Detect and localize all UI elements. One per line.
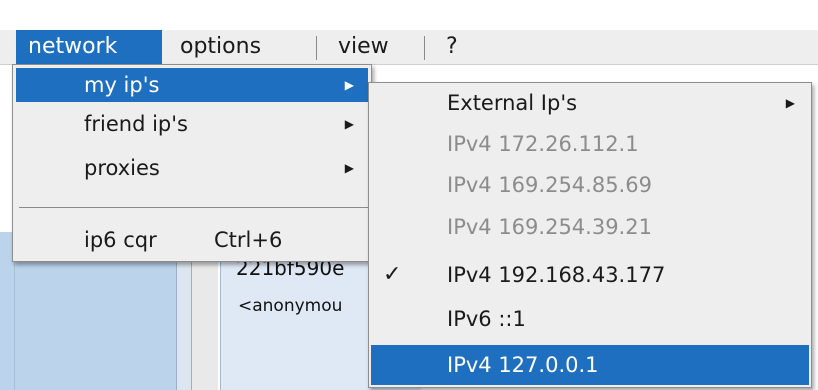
triangle-right-icon: ▶ [344, 78, 354, 92]
menu-item-label: proxies [84, 156, 160, 180]
menu-item-label: IPv4 169.254.39.21 [447, 215, 652, 239]
menu-options[interactable]: options [168, 30, 302, 64]
submenu-item-ip: IPv4 172.26.112.1 [371, 124, 809, 164]
my-ips-submenu: External Ip's ▶ IPv4 172.26.112.1 IPv4 1… [368, 82, 812, 388]
menu-help[interactable]: ? [434, 30, 478, 64]
submenu-item-external-ips[interactable]: External Ip's ▶ [371, 83, 809, 123]
triangle-right-icon: ▶ [344, 161, 354, 175]
check-icon: ✓ [383, 262, 402, 287]
menu-item-label: External Ip's [447, 91, 578, 115]
menu-item-ip6-cqr[interactable]: ip6 cqr Ctrl+6 [16, 223, 368, 257]
submenu-item-ip: IPv4 169.254.85.69 [371, 165, 809, 205]
menu-item-label: ip6 cqr [84, 228, 157, 252]
menu-item-label: IPv4 127.0.0.1 [447, 353, 599, 377]
menu-item-label: IPv6 ::1 [447, 307, 526, 331]
submenu-item-localhost[interactable]: IPv4 127.0.0.1 [371, 345, 809, 385]
menu-item-my-ips[interactable]: my ip's ▶ [16, 68, 368, 102]
menu-item-proxies[interactable]: proxies ▶ [16, 151, 368, 185]
menu-item-label: my ip's [84, 73, 160, 97]
menubar-separator [424, 36, 425, 60]
submenu-item-ip-checked[interactable]: ✓ IPv4 192.168.43.177 [371, 255, 809, 295]
shortcut-label: Ctrl+6 [214, 228, 283, 252]
menu-item-label: IPv4 192.168.43.177 [447, 263, 666, 287]
anonymous-label: <anonymou [238, 296, 343, 316]
menu-view[interactable]: view [326, 30, 416, 64]
menu-item-label: friend ip's [84, 112, 188, 136]
menu-item-friend-ips[interactable]: friend ip's ▶ [16, 107, 368, 141]
menubar-separator [316, 36, 317, 60]
submenu-item-ipv6[interactable]: IPv6 ::1 [371, 299, 809, 339]
network-dropdown: my ip's ▶ friend ip's ▶ proxies ▶ ip6 cq… [12, 64, 372, 262]
submenu-item-ip: IPv4 169.254.39.21 [371, 207, 809, 247]
triangle-right-icon: ▶ [785, 96, 795, 110]
menu-item-label: IPv4 172.26.112.1 [447, 132, 639, 156]
triangle-right-icon: ▶ [344, 117, 354, 131]
menu-item-label: IPv4 169.254.85.69 [447, 173, 652, 197]
menu-separator [19, 207, 369, 208]
menu-network[interactable]: network [16, 30, 162, 64]
